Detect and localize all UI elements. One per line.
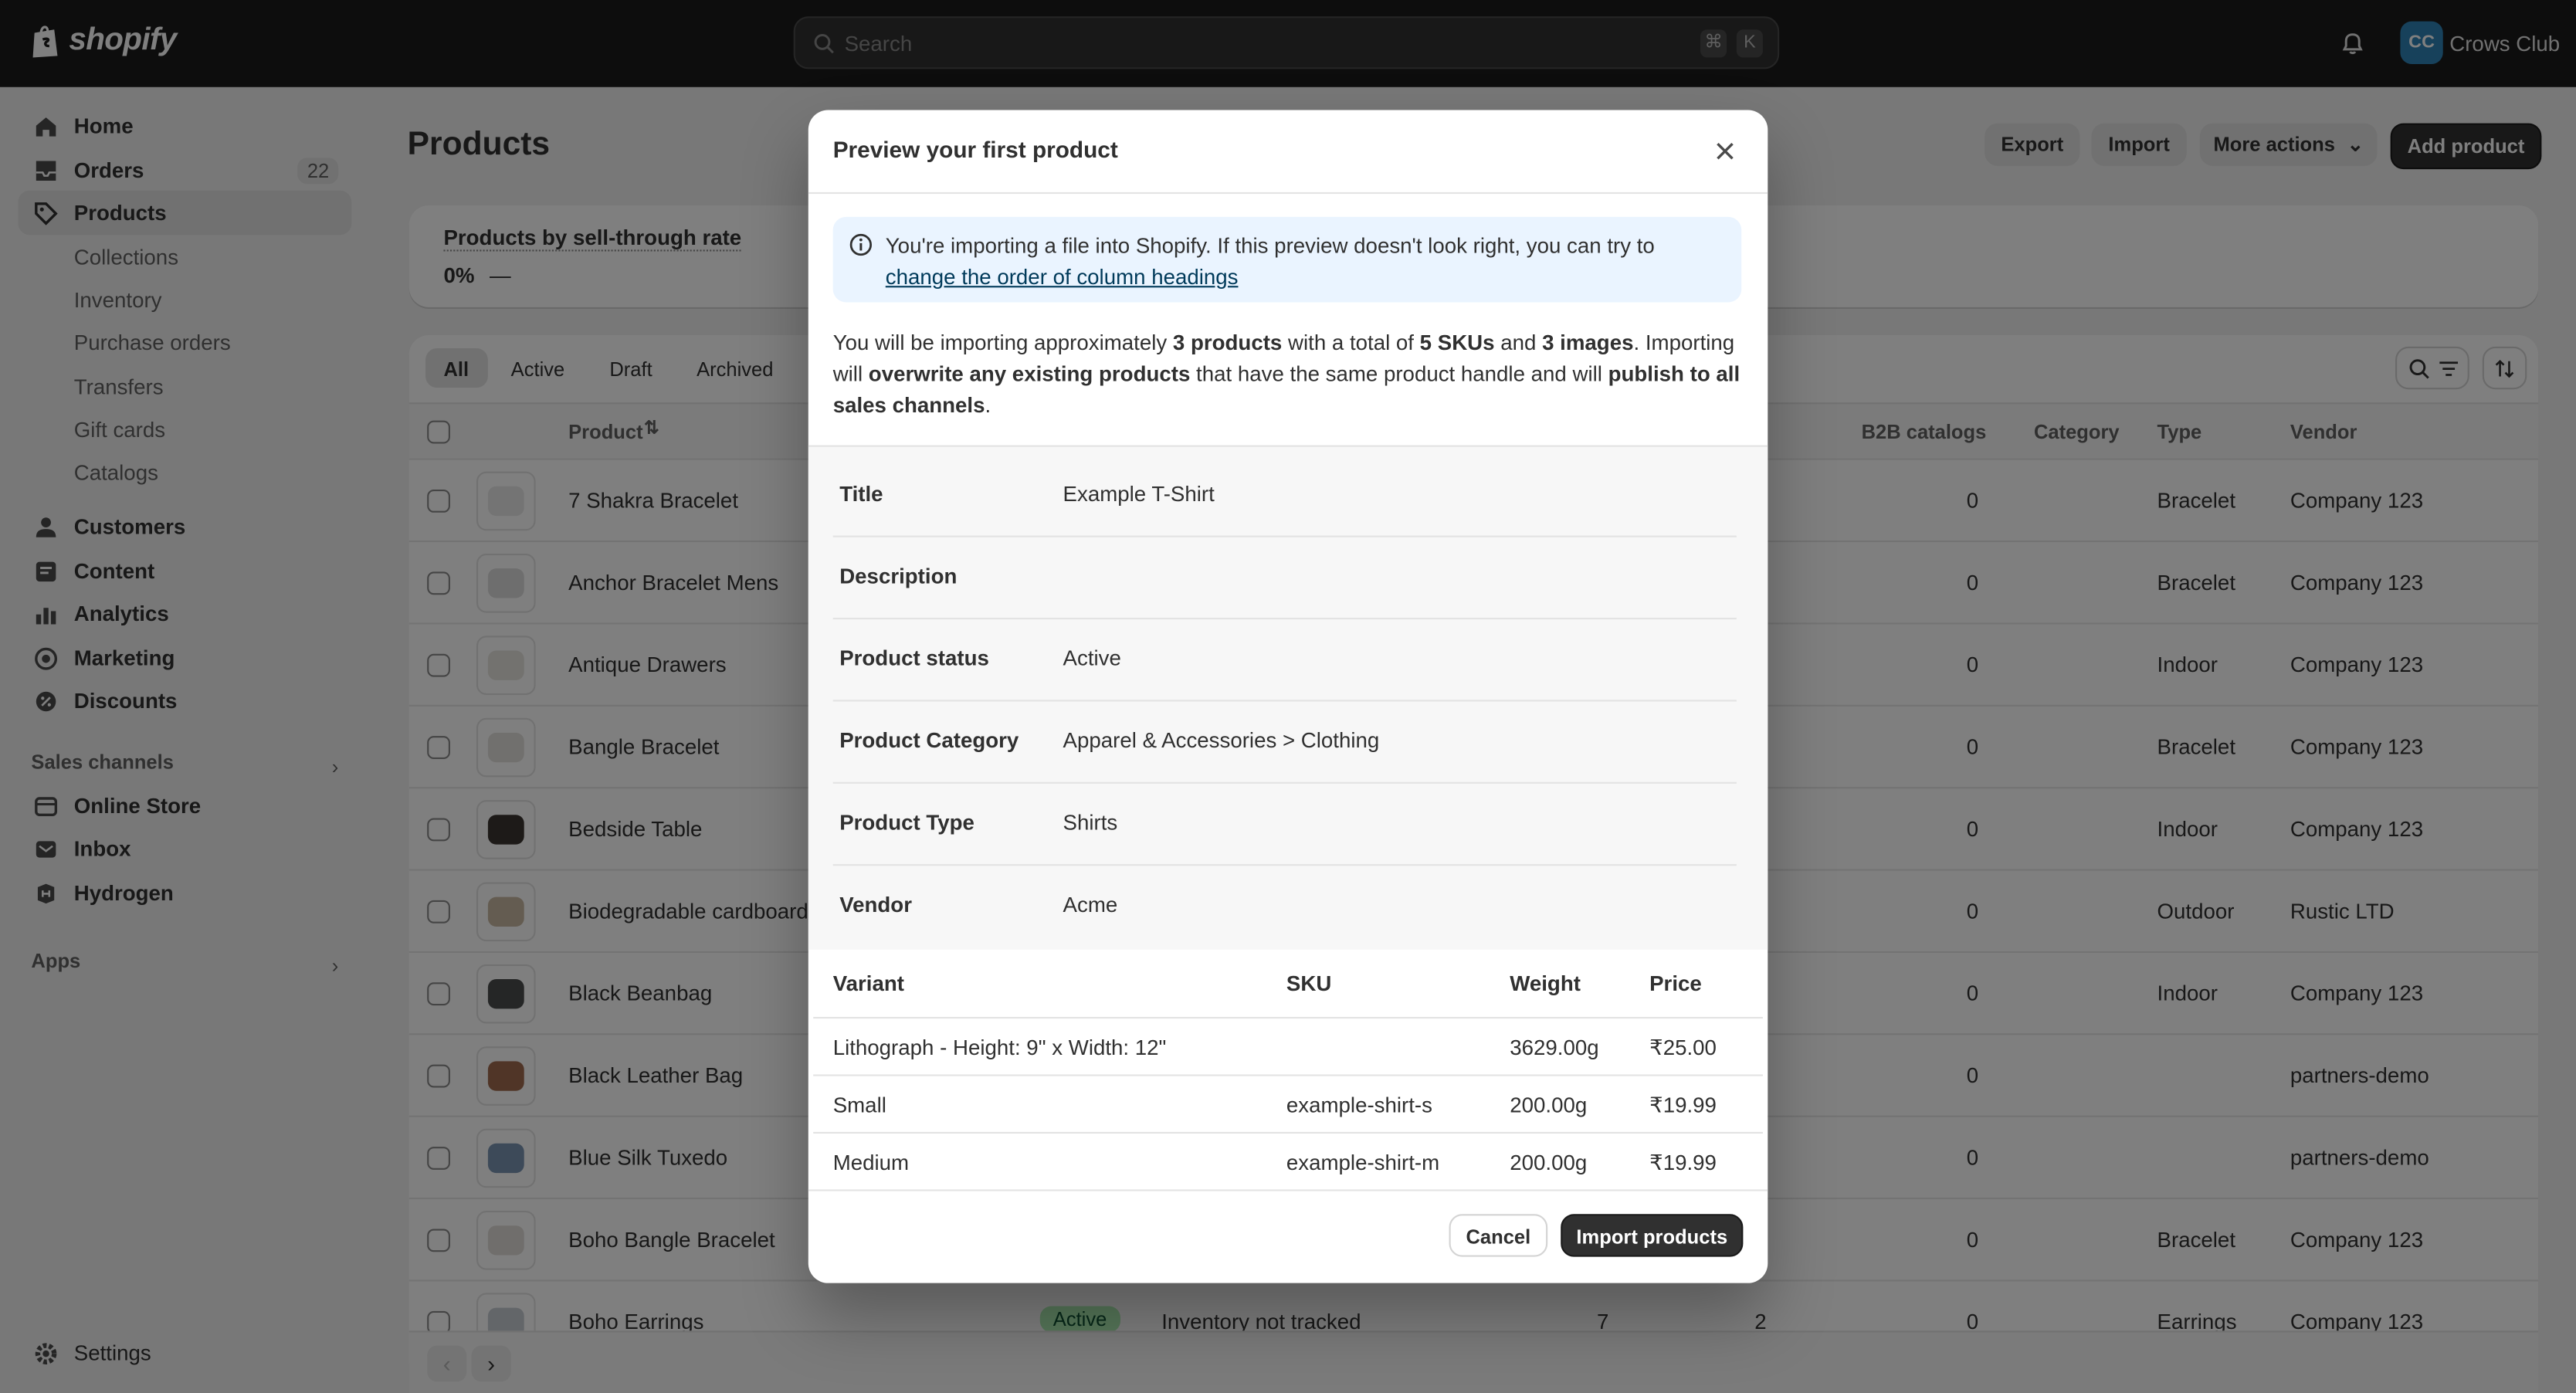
field-value: Example T-Shirt [1063, 481, 1215, 507]
banner-text-container: You're importing a file into Shopify. If… [886, 230, 1724, 293]
variant-name: Medium [832, 1150, 910, 1175]
field-label: Vendor [839, 892, 912, 917]
close-icon[interactable] [1712, 138, 1738, 164]
summary-sku-count: 5 SKUs [1419, 330, 1495, 355]
modal-title: Preview your first product [832, 136, 1118, 163]
variant-row: Medium example-shirt-m 200.00g ₹19.99 [813, 1131, 1763, 1189]
variant-price: ₹25.00 [1649, 1035, 1717, 1060]
field-row-category: Product Category Apparel & Accessories > … [832, 700, 1737, 784]
summary-text: You will be importing approximately [832, 330, 1173, 355]
variant-weight: 3629.00g [1510, 1035, 1599, 1060]
summary-text: . [985, 392, 991, 418]
variant-sku: example-shirt-s [1286, 1092, 1432, 1117]
field-row-status: Product status Active [832, 618, 1737, 702]
variant-price: ₹19.99 [1649, 1150, 1717, 1175]
modal-header: Preview your first product [808, 110, 1768, 195]
variant-name: Lithograph - Height: 9" x Width: 12" [832, 1035, 1167, 1060]
import-products-button[interactable]: Import products [1561, 1214, 1744, 1257]
summary-images-count: 3 images [1542, 330, 1634, 355]
weight-col-header: Weight [1510, 971, 1581, 996]
cancel-button[interactable]: Cancel [1449, 1214, 1548, 1257]
variant-col-header: Variant [832, 971, 904, 996]
info-icon [849, 233, 873, 256]
field-value: Acme [1063, 892, 1118, 917]
field-label: Title [839, 481, 883, 507]
change-column-order-link[interactable]: change the order of column headings [886, 265, 1239, 290]
field-label: Description [839, 563, 958, 588]
preview-product-modal: Preview your first product You're import… [808, 110, 1768, 1283]
field-label: Product status [839, 646, 989, 671]
field-label: Product Category [839, 727, 1019, 753]
variant-weight: 200.00g [1510, 1150, 1588, 1175]
field-row-title: Title Example T-Shirt [832, 453, 1737, 537]
modal-footer: Cancel Import products [808, 1189, 1768, 1283]
variant-name: Small [832, 1092, 886, 1117]
import-summary: You will be importing approximately 3 pr… [833, 327, 1745, 420]
field-value: Shirts [1063, 809, 1118, 835]
variant-row: Small example-shirt-s 200.00g ₹19.99 [813, 1074, 1763, 1131]
summary-text: that have the same product handle and wi… [1190, 361, 1608, 386]
field-row-description: Description [832, 536, 1737, 620]
variant-row: Lithograph - Height: 9" x Width: 12" 362… [813, 1016, 1763, 1074]
field-value: Active [1063, 646, 1121, 671]
summary-overwrite: overwrite any existing products [868, 361, 1191, 386]
field-value: Apparel & Accessories > Clothing [1063, 727, 1380, 753]
banner-text: You're importing a file into Shopify. If… [885, 233, 1655, 259]
product-fields: Title Example T-Shirt Description Product… [808, 445, 1768, 950]
field-label: Product Type [839, 809, 974, 835]
field-row-type: Product Type Shirts [832, 782, 1737, 866]
variant-sku: example-shirt-m [1286, 1150, 1440, 1175]
summary-text: with a total of [1282, 330, 1420, 355]
price-col-header: Price [1649, 971, 1702, 996]
sku-col-header: SKU [1286, 971, 1332, 996]
summary-products-count: 3 products [1172, 330, 1283, 355]
variant-price: ₹19.99 [1649, 1092, 1717, 1117]
summary-text: and [1494, 330, 1543, 355]
info-banner: You're importing a file into Shopify. If… [832, 216, 1742, 303]
variant-weight: 200.00g [1510, 1092, 1588, 1117]
field-row-vendor: Vendor Acme [833, 864, 1737, 946]
